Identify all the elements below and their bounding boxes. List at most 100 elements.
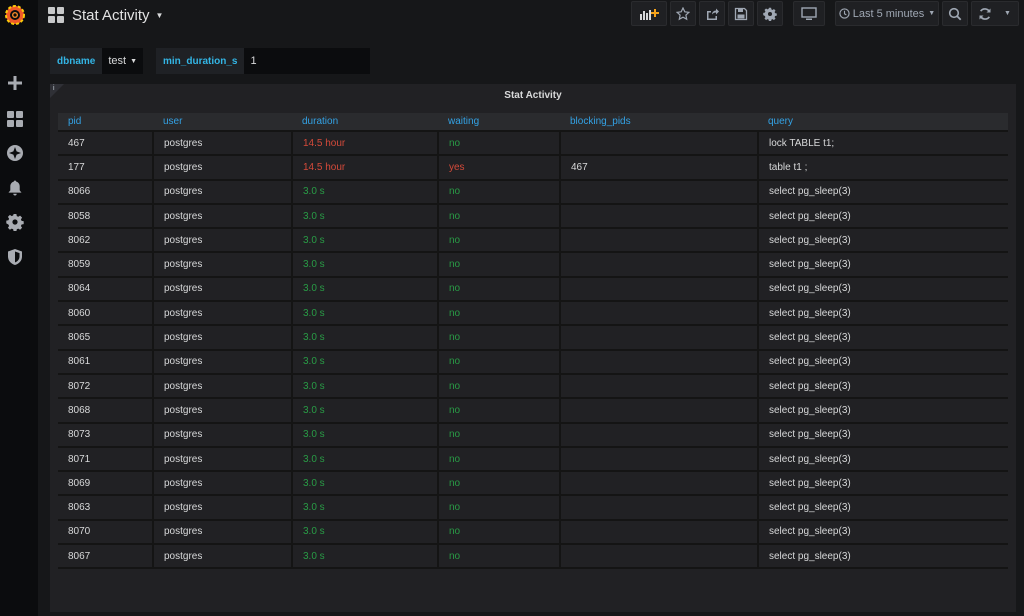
cell-duration: 3.0 s: [292, 178, 439, 204]
plus-icon[interactable]: [5, 73, 25, 93]
grafana-logo-icon[interactable]: [3, 2, 27, 26]
cell-duration: 3.0 s: [292, 470, 439, 496]
cell-duration: 3.0 s: [292, 251, 439, 277]
panel-title[interactable]: Stat Activity: [50, 90, 1016, 101]
min-duration-input[interactable]: [244, 48, 371, 74]
cell-pid: 8064: [58, 275, 154, 302]
cell-blocking-pids: [560, 543, 759, 570]
dbname-label: dbname: [50, 48, 103, 74]
cell-duration: 3.0 s: [292, 397, 439, 423]
cell-pid: 177: [58, 154, 154, 180]
cell-duration: 3.0 s: [292, 494, 439, 520]
cell-query: table t1 ;: [758, 154, 1008, 180]
share-button[interactable]: [699, 1, 725, 26]
cell-pid: 8066: [58, 178, 154, 204]
table-row: 8066 postgres 3.0 s no select pg_sleep(3): [58, 178, 1008, 204]
refresh-icon: [979, 7, 991, 20]
cell-pid: 8067: [58, 543, 154, 570]
main-area: Stat Activity ▼ Last 5 minutes ▼ ▼ dbnam…: [38, 0, 1024, 616]
time-range-picker[interactable]: Last 5 minutes ▼: [835, 1, 939, 26]
cell-duration: 3.0 s: [292, 227, 439, 253]
cell-query: select pg_sleep(3): [758, 202, 1008, 229]
cell-pid: 8058: [58, 202, 154, 229]
table-row: 8061 postgres 3.0 s no select pg_sleep(3): [58, 348, 1008, 374]
settings-button[interactable]: [757, 1, 783, 26]
column-header-blocking-pids[interactable]: blocking_pids: [560, 113, 758, 131]
dashboard-title-picker[interactable]: Stat Activity ▼: [48, 3, 163, 27]
bell-icon[interactable]: [5, 178, 25, 198]
add-panel-button[interactable]: [631, 1, 667, 26]
table-row: 8063 postgres 3.0 s no select pg_sleep(3): [58, 494, 1008, 520]
refresh-interval-caret-icon[interactable]: ▼: [1004, 10, 1011, 17]
cell-user: postgres: [153, 300, 293, 326]
cell-duration: 14.5 hour: [292, 154, 439, 180]
cell-user: postgres: [153, 324, 293, 350]
cell-waiting: no: [438, 372, 561, 399]
table-row: 467 postgres 14.5 hour no lock TABLE t1;: [58, 129, 1008, 156]
table-row: 8067 postgres 3.0 s no select pg_sleep(3): [58, 543, 1008, 570]
column-header-duration[interactable]: duration: [292, 113, 438, 131]
column-header-user[interactable]: user: [153, 113, 292, 131]
template-variables: dbname test ▼ min_duration_s: [50, 48, 371, 74]
cell-pid: 467: [58, 129, 154, 156]
cell-query: select pg_sleep(3): [758, 227, 1008, 253]
table-row: 8069 postgres 3.0 s no select pg_sleep(3): [58, 470, 1008, 496]
cell-waiting: no: [438, 129, 561, 156]
save-button[interactable]: [728, 1, 754, 26]
cell-blocking-pids: [560, 275, 759, 302]
table-row: 8059 postgres 3.0 s no select pg_sleep(3): [58, 251, 1008, 277]
cell-query: select pg_sleep(3): [758, 445, 1008, 472]
cell-user: postgres: [153, 397, 293, 423]
cell-blocking-pids: [560, 251, 759, 277]
cell-pid: 8060: [58, 300, 154, 326]
cell-pid: 8063: [58, 494, 154, 520]
cell-user: postgres: [153, 421, 293, 447]
cell-query: select pg_sleep(3): [758, 324, 1008, 350]
clock-icon: [839, 8, 850, 19]
shield-icon[interactable]: [5, 247, 25, 267]
star-icon: [676, 6, 690, 20]
cell-pid: 8072: [58, 372, 154, 399]
gear-icon[interactable]: [5, 212, 25, 232]
cell-query: select pg_sleep(3): [758, 348, 1008, 374]
gear-icon: [763, 7, 777, 21]
cell-user: postgres: [153, 348, 293, 374]
zoom-out-button[interactable]: [942, 1, 968, 26]
tv-mode-button[interactable]: [793, 1, 825, 26]
cell-blocking-pids: [560, 445, 759, 472]
table-row: 8071 postgres 3.0 s no select pg_sleep(3): [58, 445, 1008, 472]
cell-query: select pg_sleep(3): [758, 494, 1008, 520]
cell-duration: 3.0 s: [292, 275, 439, 302]
refresh-button[interactable]: ▼: [971, 1, 1019, 26]
table-row: 8065 postgres 3.0 s no select pg_sleep(3): [58, 324, 1008, 350]
cell-duration: 3.0 s: [292, 324, 439, 350]
cell-user: postgres: [153, 129, 293, 156]
dashboards-grid-icon[interactable]: [5, 109, 25, 129]
cell-duration: 3.0 s: [292, 202, 439, 229]
table-row: 8068 postgres 3.0 s no select pg_sleep(3): [58, 397, 1008, 423]
column-header-query[interactable]: query: [758, 113, 1008, 131]
cell-waiting: no: [438, 543, 561, 570]
cell-duration: 3.0 s: [292, 300, 439, 326]
cell-query: select pg_sleep(3): [758, 275, 1008, 302]
cell-blocking-pids: [560, 470, 759, 496]
sidebar: [0, 0, 38, 616]
cell-user: postgres: [153, 227, 293, 253]
cell-waiting: no: [438, 397, 561, 423]
column-header-waiting[interactable]: waiting: [438, 113, 560, 131]
column-header-pid[interactable]: pid: [58, 113, 153, 131]
cell-blocking-pids: [560, 421, 759, 447]
table-row: 8073 postgres 3.0 s no select pg_sleep(3): [58, 421, 1008, 447]
cell-blocking-pids: [560, 397, 759, 423]
cell-blocking-pids: [560, 178, 759, 204]
cell-waiting: no: [438, 227, 561, 253]
cell-pid: 8070: [58, 518, 154, 545]
add-panel-icon: [640, 8, 659, 20]
search-minus-icon: [948, 7, 962, 20]
cell-waiting: no: [438, 202, 561, 229]
compass-icon[interactable]: [5, 143, 25, 163]
dashboard-grid-icon: [48, 7, 64, 23]
dbname-select[interactable]: test ▼: [102, 48, 144, 74]
star-button[interactable]: [670, 1, 696, 26]
cell-blocking-pids: [560, 129, 759, 156]
